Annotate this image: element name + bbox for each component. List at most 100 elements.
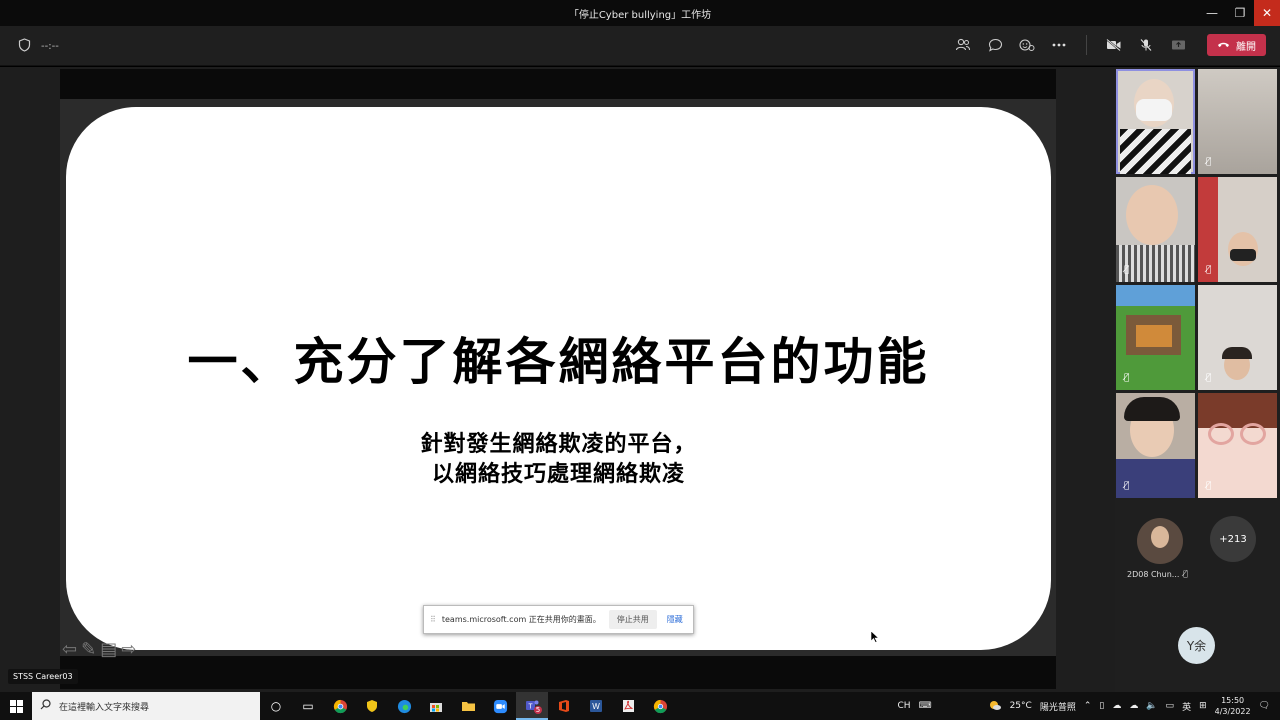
chrome-profile-icon[interactable]: [644, 692, 676, 720]
window-titlebar: 「停止Cyber bullying」工作坊 — ❐ ✕: [0, 0, 1280, 26]
mic-muted-icon: 🎙̸: [1206, 481, 1212, 491]
battery-icon[interactable]: ▯: [1099, 701, 1104, 711]
self-avatar[interactable]: Y余: [1178, 627, 1215, 664]
slide-subtitle: 針對發生網絡欺凌的平台， 以網絡技巧處理網絡欺凌: [66, 430, 1051, 490]
close-button[interactable]: ✕: [1254, 0, 1280, 26]
checked-clothing: [1116, 245, 1195, 282]
participant-video-tile[interactable]: 🎙̸: [1198, 69, 1277, 174]
mic-muted-icon: 🎙̸: [1124, 265, 1130, 275]
pen-icon[interactable]: ✎: [81, 639, 96, 660]
tray-chevron-up-icon[interactable]: ⌃: [1084, 701, 1092, 711]
onedrive-icon[interactable]: ☁: [1112, 701, 1121, 711]
mic-muted-icon: 🎙̸: [1124, 481, 1130, 491]
minecraft-farm: [1136, 325, 1172, 347]
mic-muted-icon: 🎙̸: [1206, 373, 1212, 383]
next-slide-icon[interactable]: ⇨: [121, 639, 136, 660]
participant-face: [1126, 185, 1178, 245]
office-icon[interactable]: [548, 692, 580, 720]
participant-hair: [1124, 397, 1180, 421]
volume-icon[interactable]: 🔈: [1146, 701, 1157, 711]
previous-slide-icon[interactable]: ⇦: [62, 639, 77, 660]
search-icon: [40, 699, 51, 713]
avatar[interactable]: [1137, 518, 1183, 564]
more-options-icon[interactable]: [1048, 34, 1070, 56]
reactions-icon[interactable]: [1016, 34, 1038, 56]
acrobat-icon[interactable]: [612, 692, 644, 720]
presenter-name-label: STSS Career03: [8, 669, 78, 684]
shield-icon: [18, 38, 31, 55]
drag-handle-icon[interactable]: ⠿: [430, 615, 436, 624]
windows-start-icon[interactable]: [0, 692, 32, 720]
mic-muted-icon: 🎙̸: [1124, 373, 1130, 383]
camera-off-icon[interactable]: [1103, 34, 1125, 56]
screen-share-notice: ⠿ teams.microsoft.com 正在共用你的畫面。 停止共用 隱藏: [423, 605, 694, 634]
face-mask: [1230, 249, 1256, 261]
slide-title: 一、充分了解各網絡平台的功能: [187, 333, 930, 391]
leave-button[interactable]: 離開: [1207, 34, 1266, 56]
mouse-cursor-icon: [870, 628, 880, 647]
weather-temperature: 25°C: [1009, 701, 1032, 711]
participants-icon[interactable]: [952, 34, 974, 56]
toolbar-divider: [1086, 35, 1087, 55]
zoom-icon[interactable]: [484, 692, 516, 720]
participant-video-tile[interactable]: 🎙̸: [1116, 285, 1195, 390]
edge-icon[interactable]: [388, 692, 420, 720]
clock-date: 4/3/2022: [1214, 707, 1251, 716]
windows-taskbar: 在這裡輸入文字來搜尋 ○ ▭ T 5 W CH ⌨ 25°C 陽光普照 ⌃ ▯ …: [0, 692, 1280, 720]
notifications-icon[interactable]: 🗨: [1259, 701, 1270, 711]
task-view-icon[interactable]: ▭: [292, 692, 324, 720]
word-icon[interactable]: W: [580, 692, 612, 720]
store-icon[interactable]: [420, 692, 452, 720]
mic-muted-icon: 🎙̸: [1206, 157, 1212, 167]
teams-icon[interactable]: T 5: [516, 692, 548, 720]
participant-video-tile[interactable]: 🎙̸: [1198, 285, 1277, 390]
minimize-button[interactable]: —: [1198, 0, 1226, 26]
taskbar-clock[interactable]: 15:50 4/3/2022: [1215, 695, 1251, 717]
meeting-timer: --:--: [41, 41, 59, 52]
mic-off-icon[interactable]: [1135, 34, 1157, 56]
mic-muted-icon: 🎙̸: [1206, 265, 1212, 275]
shield-app-icon[interactable]: [356, 692, 388, 720]
cortana-icon[interactable]: ○: [260, 692, 292, 720]
participant-video-tile[interactable]: 🎙̸: [1116, 393, 1195, 498]
participant-video-tile[interactable]: 🎙̸: [1198, 177, 1277, 282]
teams-notification-badge: 5: [533, 706, 543, 714]
search-placeholder: 在這裡輸入文字來搜尋: [59, 702, 150, 713]
participant-video-tile[interactable]: 🎙̸: [1198, 393, 1277, 498]
weather-sun-icon[interactable]: [988, 699, 1002, 714]
more-participants-button[interactable]: +213: [1210, 516, 1256, 562]
participant-hair: [1222, 347, 1252, 359]
chrome-icon[interactable]: [324, 692, 356, 720]
restore-button[interactable]: ❐: [1226, 0, 1254, 26]
participants-gallery: 🎙̸ 🎙̸ 🎙̸ 🎙̸ 🎙̸ 🎙̸ 🎙̸: [1115, 67, 1280, 692]
presentation-slide: 一、充分了解各網絡平台的功能 針對發生網絡欺凌的平台， 以網絡技巧處理網絡欺凌: [66, 107, 1051, 650]
input-mode-icon[interactable]: ⊞: [1199, 701, 1207, 711]
participant-name: 2D08 Chun...: [1127, 570, 1180, 579]
slide-menu-icon[interactable]: ▤: [100, 639, 117, 660]
weather-description: 陽光普照: [1039, 702, 1076, 713]
hide-notice-button[interactable]: 隱藏: [667, 614, 683, 625]
chat-icon[interactable]: [984, 34, 1006, 56]
shared-screen-stage: 一、充分了解各網絡平台的功能 針對發生網絡欺凌的平台， 以網絡技巧處理網絡欺凌 …: [0, 67, 1115, 692]
mic-muted-icon: 🎙̸: [1183, 569, 1188, 578]
striped-clothing: [1120, 129, 1191, 174]
network-icon[interactable]: ▭: [1166, 701, 1175, 711]
anime-glasses-left: [1208, 423, 1234, 445]
keyboard-icon[interactable]: ⌨: [919, 701, 932, 711]
participant-video-tile[interactable]: 🎙̸: [1116, 177, 1195, 282]
anime-glasses-right: [1240, 423, 1266, 445]
slide-subtitle-line-1: 針對發生網絡欺凌的平台，: [420, 432, 697, 457]
cloud-icon[interactable]: ☁: [1129, 701, 1138, 711]
file-explorer-icon[interactable]: [452, 692, 484, 720]
participant-video-tile[interactable]: [1116, 69, 1195, 174]
window-controls: — ❐ ✕: [1198, 0, 1280, 26]
participant-avatar-row: 2D08 Chun... 🎙̸ +213: [1115, 505, 1280, 595]
participant-clothing: [1116, 459, 1195, 498]
svg-text:W: W: [592, 702, 600, 711]
share-screen-icon[interactable]: [1167, 34, 1189, 56]
ime-indicator[interactable]: CH: [898, 701, 911, 711]
stop-sharing-button[interactable]: 停止共用: [608, 610, 657, 629]
taskbar-search-box[interactable]: 在這裡輸入文字來搜尋: [32, 692, 260, 720]
clock-time: 15:50: [1221, 696, 1245, 705]
language-indicator[interactable]: 英: [1182, 700, 1191, 713]
